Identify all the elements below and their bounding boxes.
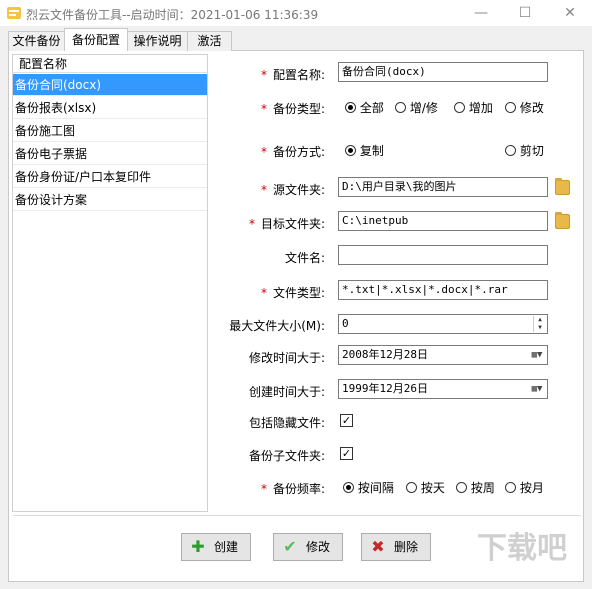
created-after-datepicker[interactable]: 1999年12月26日 ▦▼ xyxy=(338,379,548,399)
list-item[interactable]: 备份身份证/户口本复印件 xyxy=(13,166,207,188)
tab-file-backup[interactable]: 文件备份 xyxy=(8,31,65,51)
window-title: 烈云文件备份工具--启动时间：2021-01-06 11:36:39 xyxy=(26,8,319,22)
include-subfolders-label: 备份子文件夹: xyxy=(248,449,325,463)
include-subfolders-checkbox[interactable]: ✓ xyxy=(340,447,353,460)
modify-button[interactable]: ✔ 修改 xyxy=(273,533,343,561)
create-button[interactable]: ✚ 创建 xyxy=(181,533,251,561)
source-folder-label: * 源文件夹: xyxy=(260,183,325,197)
minimize-button[interactable]: — xyxy=(459,0,503,26)
list-item[interactable]: 备份报表(xlsx) xyxy=(13,97,207,119)
include-hidden-checkbox[interactable]: ✓ xyxy=(340,414,353,427)
target-folder-label: * 目标文件夹: xyxy=(248,217,325,231)
divider xyxy=(13,515,581,516)
cross-icon: ✖ xyxy=(371,537,385,556)
include-hidden-label: 包括隐藏文件: xyxy=(248,416,325,430)
required-mark: * xyxy=(260,68,267,82)
required-mark: * xyxy=(260,183,267,197)
watermark-logo: 下载吧 xyxy=(477,531,567,566)
spin-up-icon[interactable]: ▲ xyxy=(533,316,546,324)
source-folder-input[interactable]: D:\用户目录\我的图片 xyxy=(338,177,548,197)
list-item[interactable]: 备份电子票据 xyxy=(13,143,207,165)
target-folder-input[interactable]: C:\inetpub xyxy=(338,211,548,231)
modified-after-label: 修改时间大于: xyxy=(248,351,325,365)
checkmark-icon: ✔ xyxy=(283,537,297,556)
backup-method-cut-radio[interactable]: 剪切 xyxy=(505,142,544,159)
frequency-daily-radio[interactable]: 按天 xyxy=(406,479,445,496)
max-size-label: 最大文件大小(M): xyxy=(229,319,325,333)
required-mark: * xyxy=(260,482,267,496)
tab-backup-config[interactable]: 备份配置 xyxy=(64,28,128,51)
frequency-weekly-radio[interactable]: 按周 xyxy=(456,479,495,496)
required-mark: * xyxy=(248,217,255,231)
max-size-stepper[interactable]: 0 ▲ ▼ xyxy=(338,314,548,334)
list-item[interactable]: 备份施工图 xyxy=(13,120,207,142)
frequency-monthly-radio[interactable]: 按月 xyxy=(505,479,544,496)
backup-type-add-radio[interactable]: 增加 xyxy=(454,99,493,116)
tab-activate[interactable]: 激活 xyxy=(187,31,232,51)
config-name-label: * 配置名称: xyxy=(260,68,325,82)
backup-type-label: * 备份类型: xyxy=(260,102,325,116)
frequency-label: * 备份频率: xyxy=(260,482,325,496)
calendar-dropdown-icon[interactable]: ▦▼ xyxy=(528,347,546,363)
app-logo-icon xyxy=(7,7,21,19)
created-after-label: 创建时间大于: xyxy=(248,385,325,399)
required-mark: * xyxy=(260,145,267,159)
file-types-input[interactable]: *.txt|*.xlsx|*.docx|*.rar xyxy=(338,280,548,300)
list-item[interactable]: 备份合同(docx) xyxy=(13,74,207,96)
backup-method-copy-radio[interactable]: 复制 xyxy=(345,142,384,159)
backup-type-addmod-radio[interactable]: 增/修 xyxy=(395,99,438,116)
required-mark: * xyxy=(260,286,267,300)
backup-type-modify-radio[interactable]: 修改 xyxy=(505,99,544,116)
list-item[interactable]: 备份设计方案 xyxy=(13,189,207,211)
browse-folder-icon[interactable] xyxy=(555,178,570,195)
close-button[interactable]: ✕ xyxy=(548,0,592,26)
backup-type-all-radio[interactable]: 全部 xyxy=(345,99,384,116)
required-mark: * xyxy=(260,102,267,116)
plus-icon: ✚ xyxy=(191,537,205,556)
maximize-button[interactable]: ☐ xyxy=(503,0,547,26)
config-name-input[interactable]: 备份合同(docx) xyxy=(338,62,548,82)
browse-folder-icon[interactable] xyxy=(555,212,570,229)
file-types-label: * 文件类型: xyxy=(260,286,325,300)
calendar-dropdown-icon[interactable]: ▦▼ xyxy=(528,381,546,397)
spin-down-icon[interactable]: ▼ xyxy=(533,324,546,332)
file-name-label: 文件名: xyxy=(284,251,325,265)
delete-button[interactable]: ✖ 删除 xyxy=(361,533,431,561)
modified-after-datepicker[interactable]: 2008年12月28日 ▦▼ xyxy=(338,345,548,365)
file-name-input[interactable] xyxy=(338,245,548,265)
tab-instructions[interactable]: 操作说明 xyxy=(127,31,188,51)
frequency-interval-radio[interactable]: 按间隔 xyxy=(343,479,394,496)
list-header: 配置名称 xyxy=(13,55,207,73)
backup-method-label: * 备份方式: xyxy=(260,145,325,159)
